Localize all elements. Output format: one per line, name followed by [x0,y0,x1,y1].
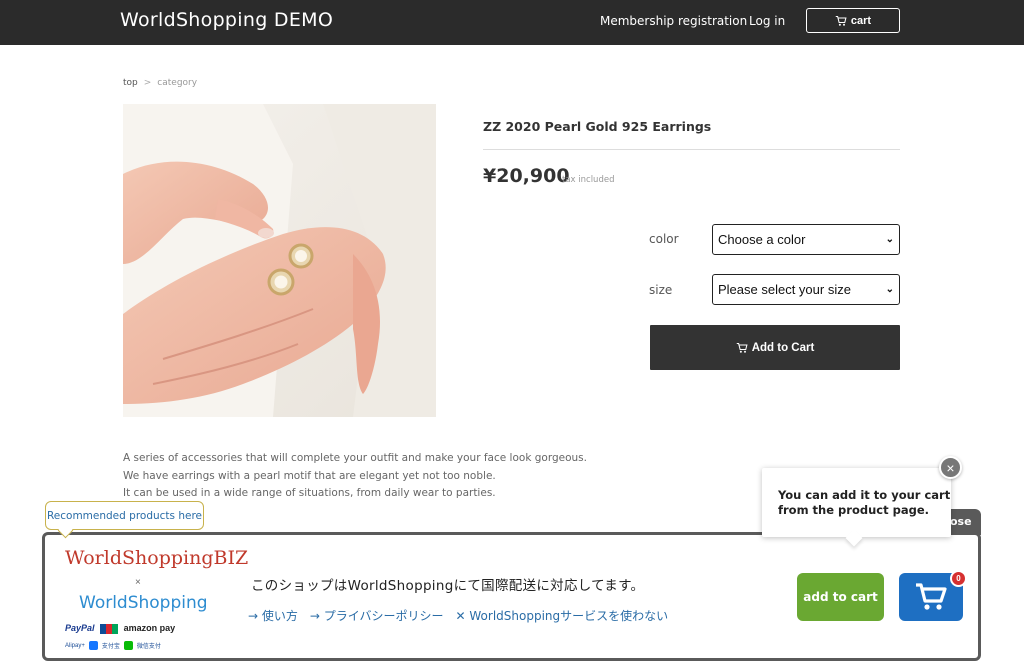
product-image [123,104,436,417]
tax-note: tax included [562,175,615,185]
cart-count-badge: 0 [950,570,967,587]
banner-links: → 使い方 → プライバシーポリシー ✕ WorldShoppingサービスを使… [248,607,668,624]
paypal-logo: PayPal [65,623,95,633]
amazon-pay-logo: amazon pay [123,623,176,633]
chevron-down-icon: ⌄ [885,284,894,295]
size-select-value: Please select your size [718,282,851,297]
add-to-cart-button[interactable]: Add to Cart [650,325,900,370]
cart-icon [835,15,847,26]
widget-add-to-cart-button[interactable]: add to cart [797,573,884,621]
product-photo [123,104,436,417]
color-select-value: Choose a color [718,232,806,247]
alipay-icon [88,641,98,650]
close-icon[interactable]: × [939,456,962,479]
how-to-use-link[interactable]: → 使い方 [248,607,298,624]
payment-methods: PayPal amazon pay [65,623,175,634]
chevron-down-icon: ⌄ [885,234,894,245]
product-description: A series of accessories that will comple… [123,450,587,503]
earring-2 [267,268,295,296]
divider [483,149,900,150]
cart-icon [736,342,748,353]
header-cart-button[interactable]: cart [806,8,900,33]
color-select[interactable]: Choose a color ⌄ [712,224,900,255]
recommended-products-label: Recommended products here [46,509,203,522]
breadcrumb-category-link[interactable]: category [157,78,197,88]
size-label: size [649,283,673,297]
recommended-products-tooltip[interactable]: Recommended products here [45,501,204,530]
breadcrumb: top > category [123,78,197,88]
add-to-cart-hint-tooltip: You can add it to your cart from the pro… [762,468,951,537]
membership-registration-link[interactable]: Membership registration [600,14,747,28]
alipay-cn-label: 支付宝 [101,644,120,650]
login-link[interactable]: Log in [749,14,785,28]
color-label: color [649,232,679,246]
disable-service-link[interactable]: ✕ WorldShoppingサービスを使わない [456,607,669,624]
worldshopping-biz-logo: WorldShoppingBIZ [65,547,249,569]
privacy-policy-link[interactable]: → プライバシーポリシー [310,607,444,624]
product-title: ZZ 2020 Pearl Gold 925 Earrings [483,119,712,134]
worldshopping-logo: WorldShopping [79,593,208,613]
size-select[interactable]: Please select your size ⌄ [712,274,900,305]
payment-methods-small: Alipay+ 支付宝 微信支付 [65,641,161,650]
header-cart-label: cart [850,14,872,27]
shopping-cart-icon [916,583,947,610]
earring-1 [288,243,314,269]
jcb-logo [100,623,119,634]
hint-line: You can add it to your cart [778,488,951,502]
product-price: ¥20,900 [483,165,570,187]
wechat-pay-label: 微信支付 [136,644,161,650]
logo-times: × [135,577,141,588]
breadcrumb-top-link[interactable]: top [123,78,138,88]
banner-headline: このショップはWorldShoppingにて国際配送に対応してます。 [251,578,645,594]
description-line: We have earrings with a pearl motif that… [123,469,496,482]
hint-line: from the product page. [778,503,929,517]
wechat-pay-icon [123,641,133,650]
breadcrumb-separator: > [143,78,152,88]
description-line: A series of accessories that will comple… [123,452,587,464]
worldshopping-banner: WorldShoppingBIZ × WorldShopping PayPal … [42,532,981,661]
description-line: It can be used in a wide range of situat… [123,487,496,499]
worldshopping-logo-block: WorldShoppingBIZ × WorldShopping PayPal … [65,547,248,657]
add-to-cart-label: Add to Cart [751,341,815,354]
site-logo[interactable]: WorldShopping DEMO [120,9,333,31]
site-header: WorldShopping DEMO Membership registrati… [0,0,1024,45]
alipay-plus-logo: Alipay+ [65,642,85,649]
